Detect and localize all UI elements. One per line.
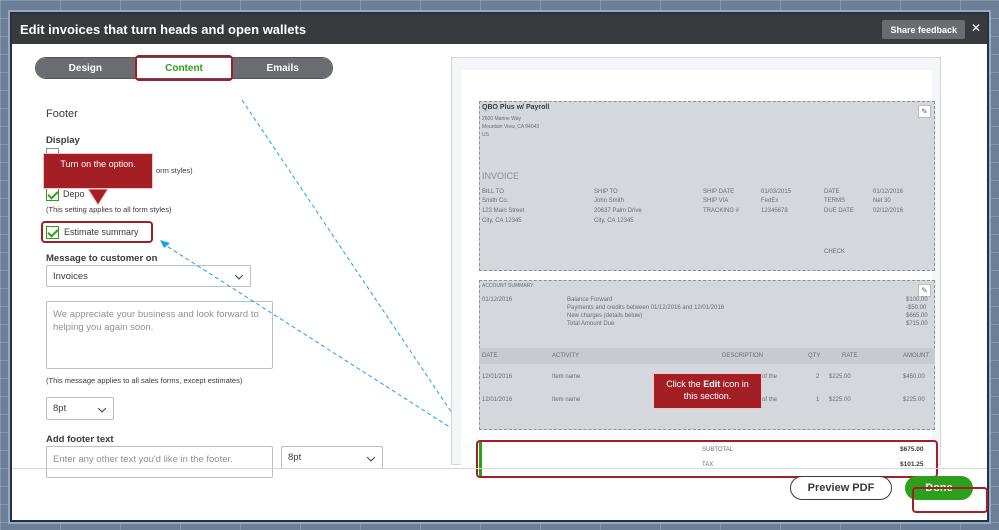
terms-value: Net 30: [873, 198, 891, 204]
display-label: Display: [46, 135, 80, 146]
summary-amount-2: -$50.00: [906, 305, 927, 311]
chevron-down-icon: [234, 271, 244, 280]
ship-via-label: SHIP VIA: [703, 198, 729, 204]
turn-on-callout: Turn on the option.: [43, 153, 153, 189]
close-icon[interactable]: ✕: [971, 21, 981, 35]
share-feedback-button[interactable]: Share feedback: [882, 20, 965, 39]
deposit-label: Depo: [63, 189, 85, 199]
row1-date: 12/01/2016: [482, 374, 513, 380]
row2-rate: $225.00: [829, 397, 851, 403]
message-select-value: Invoices: [53, 270, 88, 282]
summary-amount-3: $665.00: [906, 313, 928, 319]
preview-header-block[interactable]: [479, 101, 935, 271]
date-label: DATE: [824, 189, 840, 195]
ship-line-1: John Smith: [594, 198, 625, 204]
message-note: (This message applies to all sales forms…: [46, 376, 243, 385]
ship-line-2: 20637 Palm Drive: [594, 208, 642, 214]
message-form-select[interactable]: Invoices: [46, 265, 251, 287]
due-label: DUE DATE: [824, 208, 854, 214]
edit-callout: Click the Edit icon in this section.: [653, 373, 762, 409]
footer-text-input[interactable]: Enter any other text you'd like in the f…: [46, 446, 273, 478]
edit-pencil-icon[interactable]: ✎: [918, 105, 931, 118]
tab-design[interactable]: Design: [36, 58, 135, 78]
company-address-1: 2600 Marine Way: [482, 116, 521, 122]
summary-line-2: Payments and credits between 01/12/2016 …: [567, 305, 725, 311]
estimate-summary-label: Estimate summary: [64, 227, 139, 237]
bill-line-1: Smith Co.: [482, 198, 509, 204]
company-address-2: Mountain View, CA 94043: [482, 124, 540, 130]
dialog-title: Edit invoices that turn heads and open w…: [20, 21, 307, 37]
message-label: Message to customer on: [46, 253, 158, 264]
bill-line-3: City, CA 12345: [482, 218, 522, 224]
summary-date: 01/12/2016: [482, 297, 513, 303]
dialog-titlebar: Edit invoices that turn heads and open w…: [12, 14, 987, 44]
message-textarea[interactable]: We appreciate your business and look for…: [46, 301, 273, 369]
row1-rate: $225.00: [829, 374, 851, 380]
row1-note: orm styles): [156, 166, 193, 175]
row2-activity: Item name: [552, 397, 581, 403]
tab-bar: Design Content Emails: [35, 57, 333, 79]
deposit-checkbox[interactable]: [46, 188, 59, 201]
font-size-1-value: 8pt: [53, 403, 67, 414]
tracking-label: TRACKING #: [703, 208, 740, 214]
subtotal-value: $675.00: [900, 446, 924, 453]
account-summary-heading: ACCOUNT SUMMARY: [482, 283, 534, 289]
tax-value: $101.25: [900, 461, 924, 468]
footer-text-label: Add footer text: [46, 434, 114, 445]
row1-amount: $450.00: [903, 374, 925, 380]
done-button[interactable]: Done: [905, 476, 973, 500]
ship-date-value: 01/03/2015: [761, 189, 792, 195]
ship-via-value: FedEx: [761, 198, 779, 204]
row1-qty: 2: [816, 374, 820, 380]
check-label: CHECK: [824, 249, 846, 255]
col-description: DESCRIPTION: [722, 353, 764, 359]
bill-line-2: 123 Main Street: [482, 208, 525, 214]
font-size-2-value: 8pt: [288, 452, 302, 463]
edit-callout-pre: Click the: [666, 379, 704, 389]
col-activity: ACTIVITY: [552, 353, 580, 359]
summary-line-3: New charges (details below): [567, 313, 643, 319]
row1-activity: Item name: [552, 374, 581, 380]
summary-line-4: Total Amount Due: [567, 321, 615, 327]
table-header-bar: [479, 348, 935, 364]
ship-line-3: City, CA 12345: [594, 218, 634, 224]
row1-desc: of the: [762, 374, 778, 380]
terms-label: TERMS: [824, 198, 845, 204]
row2-desc: of the: [762, 397, 778, 403]
footer-section-title: Footer: [46, 108, 78, 120]
turn-on-callout-text: Turn on the option.: [60, 159, 136, 169]
preview-pdf-button[interactable]: Preview PDF: [790, 476, 892, 500]
edit-pencil-icon[interactable]: ✎: [918, 284, 931, 297]
edit-callout-bold: Edit: [703, 379, 721, 389]
ship-date-label: SHIP DATE: [703, 189, 735, 195]
tracking-value: 12345678: [761, 208, 788, 214]
due-value: 02/12/2016: [873, 208, 904, 214]
subtotal-label: SUBTOTAL: [702, 447, 734, 453]
col-date: DATE: [482, 353, 498, 359]
company-name: QBO Plus w/ Payroll: [482, 104, 550, 111]
row2-qty: 1: [816, 397, 820, 403]
estimate-summary-checkbox[interactable]: [46, 226, 59, 239]
chevron-down-icon: [97, 403, 107, 413]
date-value: 01/12/2016: [873, 189, 904, 195]
row2-date: 12/01/2016: [482, 397, 513, 403]
tab-emails[interactable]: Emails: [233, 58, 332, 78]
summary-line-1: Balance Forward: [567, 297, 613, 303]
company-address-3: US: [482, 132, 489, 138]
col-amount: AMOUNT: [903, 353, 929, 359]
font-size-select-2[interactable]: 8pt: [281, 446, 383, 469]
dialog-footer-bar: [12, 468, 987, 469]
ship-to-label: SHIP TO: [594, 189, 618, 195]
bill-to-label: BILL TO: [482, 189, 504, 195]
summary-amount-1: $100.00: [906, 297, 928, 303]
tab-content[interactable]: Content: [134, 58, 234, 78]
col-qty: QTY: [808, 353, 821, 359]
font-size-select-1[interactable]: 8pt: [46, 397, 114, 420]
col-rate: RATE: [842, 353, 858, 359]
invoice-heading: INVOICE: [482, 171, 520, 181]
chevron-down-icon: [366, 452, 376, 462]
row2-amount: $225.00: [903, 397, 925, 403]
summary-amount-4: $715.00: [906, 321, 928, 327]
deposit-note: (This setting applies to all form styles…: [46, 205, 172, 214]
